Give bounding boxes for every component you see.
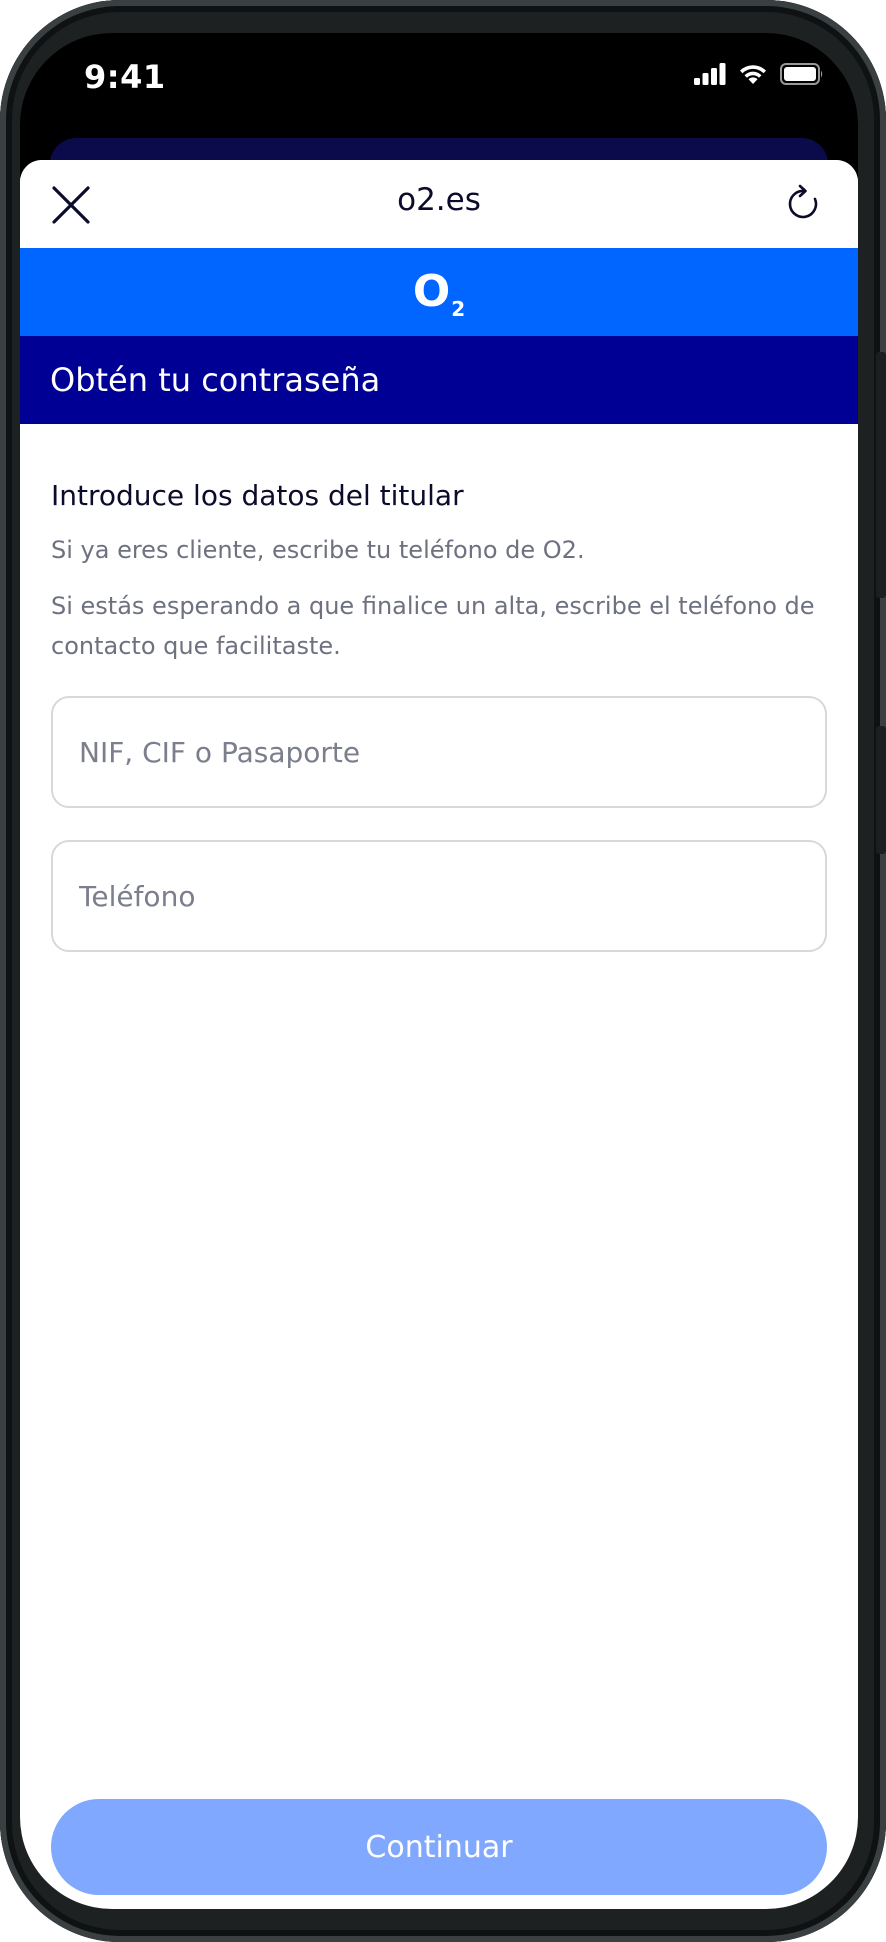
logo-sub: 2 [451, 297, 466, 321]
phone-input[interactable] [77, 878, 825, 914]
side-button-upper [876, 352, 886, 598]
wifi-icon [738, 63, 768, 89]
signal-icon [694, 63, 726, 89]
logo-main: O [412, 266, 451, 317]
description-existing-customer: Si ya eres cliente, escribe tu teléfono … [51, 536, 585, 564]
id-input[interactable] [77, 734, 825, 770]
status-bar: 9:41 [20, 33, 858, 143]
page-title: Obtén tu contraseña [50, 361, 381, 399]
form-content: Introduce los datos del titular Si ya er… [51, 424, 827, 952]
status-icons [694, 63, 824, 89]
side-button-lower [876, 726, 886, 854]
continue-button[interactable]: Continuar [51, 1799, 827, 1895]
phone-screen: 9:41 o2.es O2 Obtén tu contraseña Introd… [20, 33, 858, 1909]
id-field[interactable] [51, 696, 827, 808]
o2-logo: O2 [413, 270, 465, 320]
reload-button[interactable] [784, 184, 824, 224]
webview-sheet: o2.es O2 Obtén tu contraseña Introduce l… [20, 160, 858, 1909]
form-heading: Introduce los datos del titular [51, 479, 464, 512]
description-pending-activation: Si estás esperando a que finalice un alt… [51, 592, 815, 660]
brand-bar: O2 [20, 248, 858, 336]
status-time: 9:41 [84, 58, 166, 96]
title-bar: Obtén tu contraseña [20, 336, 858, 424]
reload-icon [788, 184, 818, 219]
battery-icon [780, 63, 824, 89]
url-title: o2.es [397, 182, 481, 218]
phone-field[interactable] [51, 840, 827, 952]
browser-bar: o2.es [20, 160, 858, 248]
